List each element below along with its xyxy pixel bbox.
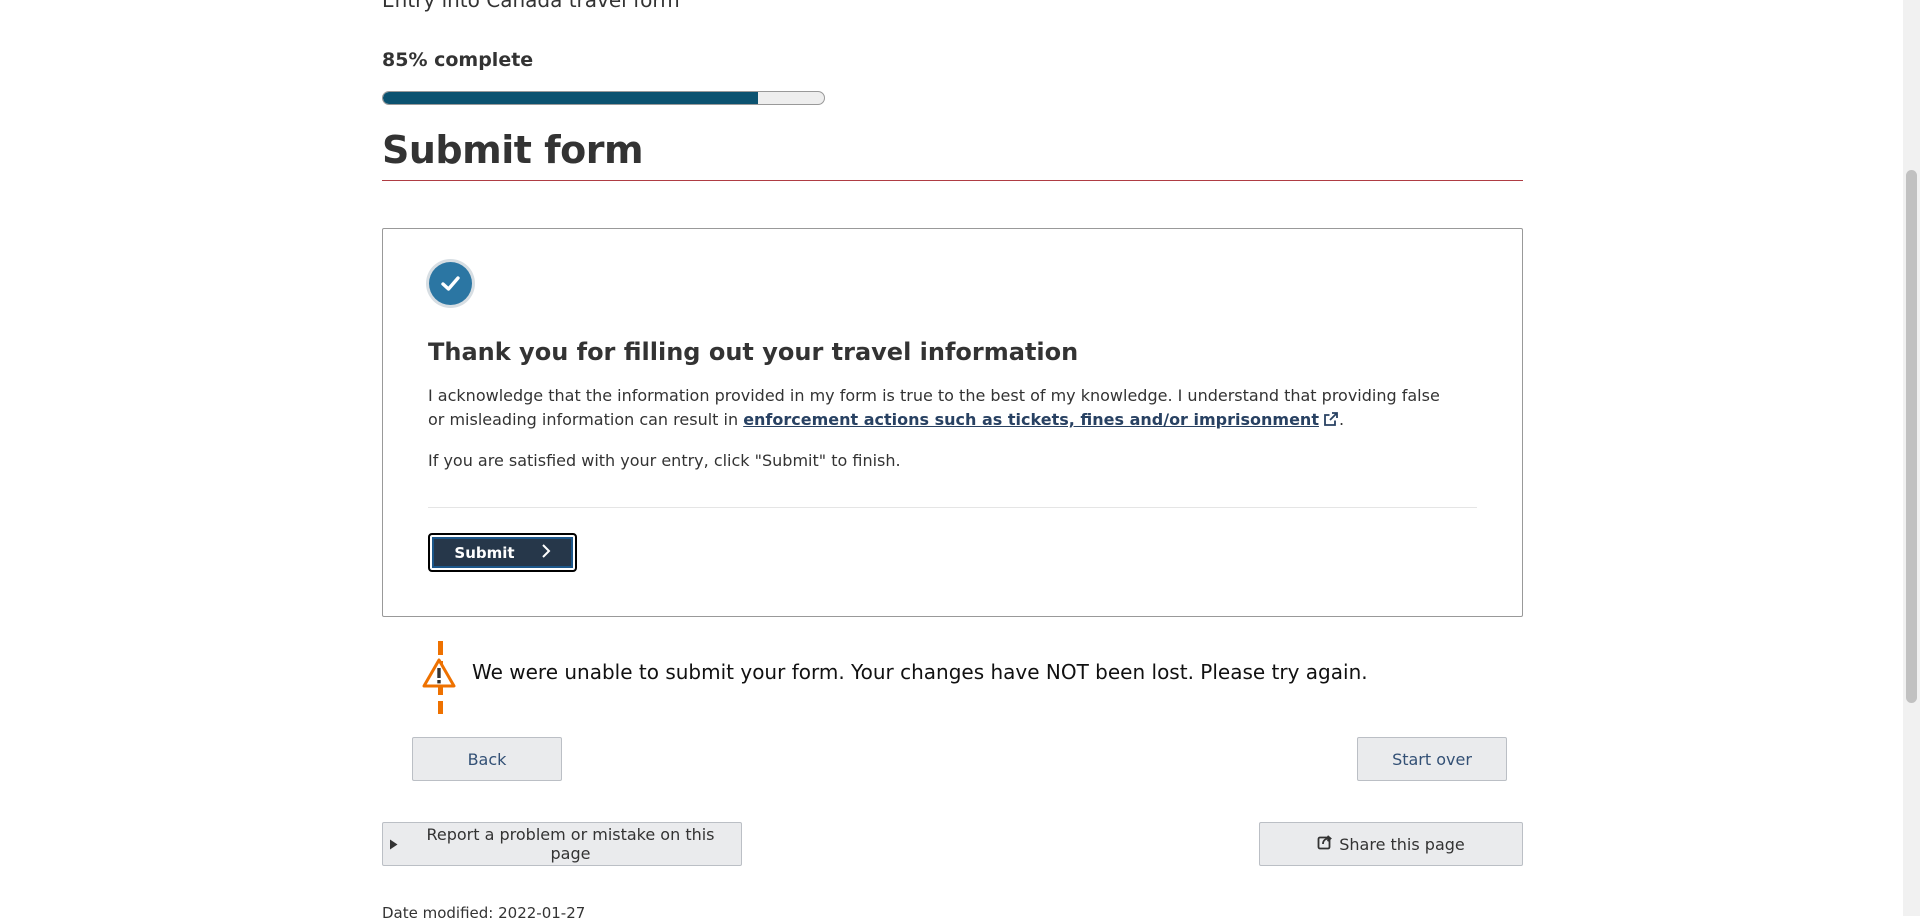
enforcement-actions-link-label: enforcement actions such as tickets, fin… xyxy=(743,410,1319,429)
submit-error-message: We were unable to submit your form. Your… xyxy=(472,660,1368,684)
progress-label: 85% complete xyxy=(382,49,534,71)
satisfied-text: If you are satisfied with your entry, cl… xyxy=(428,451,901,470)
progress-bar xyxy=(382,91,825,105)
share-page-button[interactable]: Share this page xyxy=(1259,822,1523,866)
progress-bar-fill xyxy=(383,92,758,104)
chevron-right-icon xyxy=(541,543,551,562)
external-link-icon xyxy=(1323,410,1339,434)
enforcement-actions-link[interactable]: enforcement actions such as tickets, fin… xyxy=(743,410,1339,429)
scrollbar-thumb[interactable] xyxy=(1906,170,1917,703)
panel-divider xyxy=(428,507,1477,508)
share-page-label: Share this page xyxy=(1339,834,1465,854)
submit-button[interactable]: Submit xyxy=(428,533,577,572)
submit-button-label: Submit xyxy=(454,543,515,562)
warning-icon xyxy=(422,658,456,692)
start-over-button[interactable]: Start over xyxy=(1357,737,1507,781)
acknowledgement-period: . xyxy=(1338,410,1345,429)
back-button[interactable]: Back xyxy=(412,737,562,781)
caret-right-icon xyxy=(389,835,398,854)
page-title: Submit form xyxy=(382,128,644,172)
vertical-scrollbar[interactable] xyxy=(1903,0,1920,916)
report-problem-button[interactable]: Report a problem or mistake on this page xyxy=(382,822,742,866)
report-problem-label: Report a problem or mistake on this page xyxy=(426,825,715,863)
confirmation-heading: Thank you for filling out your travel in… xyxy=(428,338,1079,366)
date-modified: Date modified: 2022-01-27 xyxy=(382,904,586,922)
acknowledgement-text: I acknowledge that the information provi… xyxy=(428,384,1448,434)
share-icon xyxy=(1317,834,1333,854)
check-circle-icon xyxy=(429,262,472,305)
form-name: Entry into Canada travel form xyxy=(382,0,680,12)
confirmation-panel: Thank you for filling out your travel in… xyxy=(382,228,1523,617)
title-divider xyxy=(382,180,1523,181)
